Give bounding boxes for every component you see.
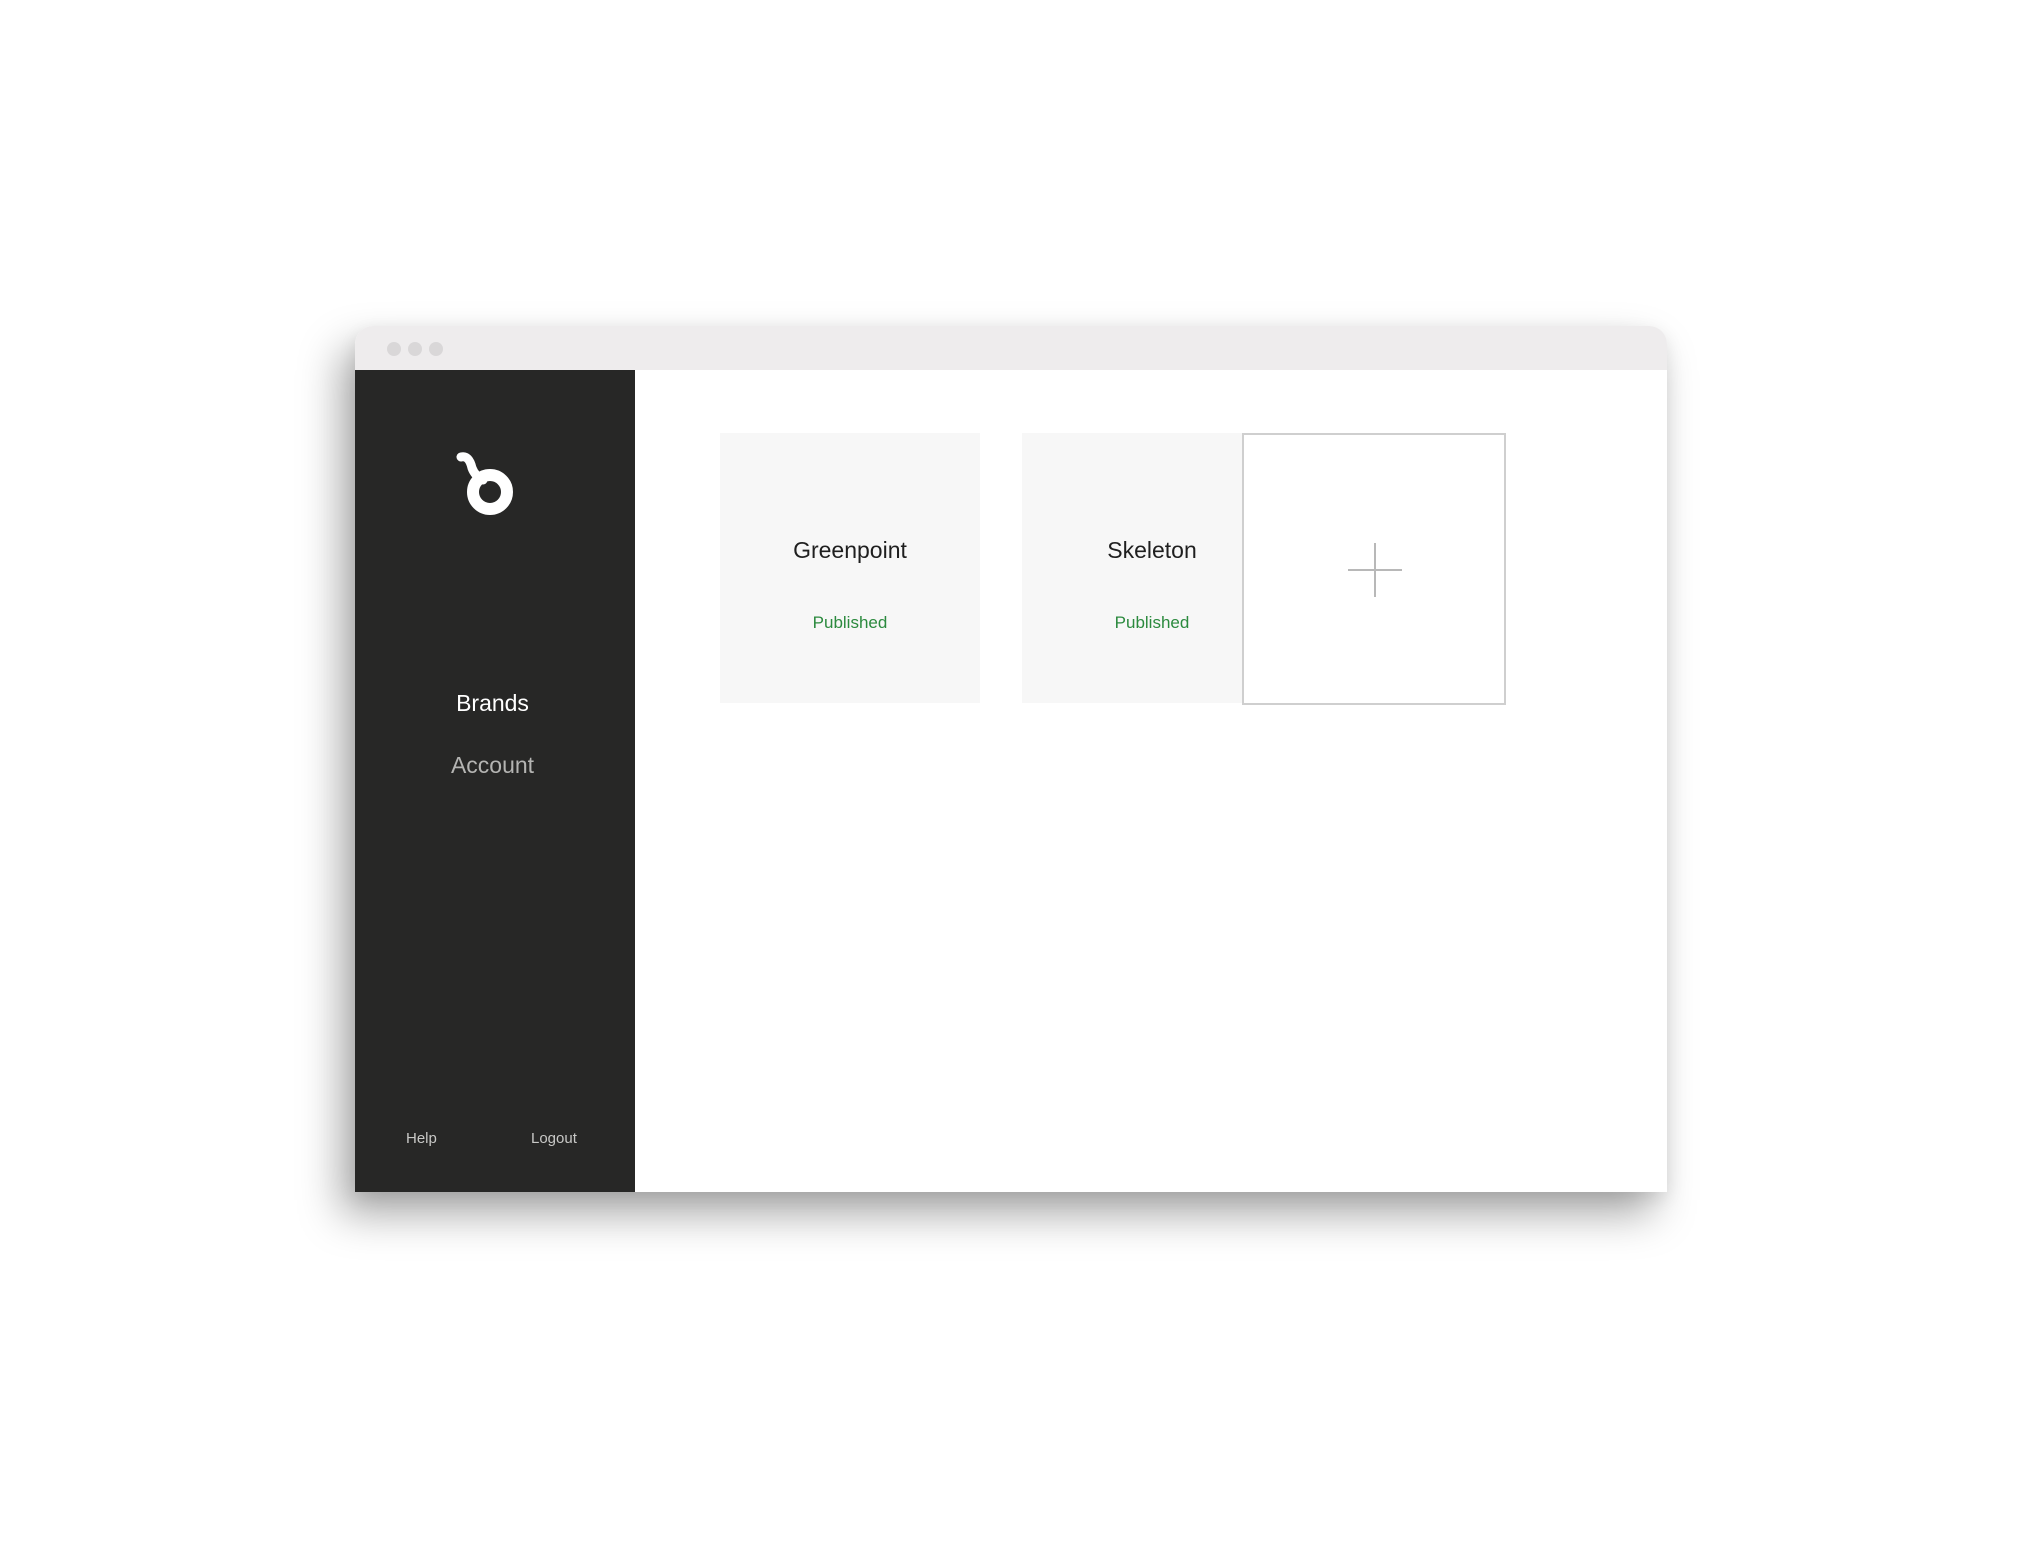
status-badge: Published: [812, 613, 888, 632]
brand-card-greenpoint[interactable]: Greenpoint Published: [720, 433, 980, 703]
sidebar-item-account[interactable]: Account: [355, 752, 630, 779]
brand-b-logo-icon[interactable]: [455, 448, 525, 518]
sidebar: Brands Account Help Logout: [355, 370, 635, 1192]
window-minimize-dot[interactable]: [408, 342, 422, 356]
brand-name: Greenpoint: [793, 537, 907, 563]
window-titlebar: [355, 326, 1667, 370]
plus-icon: [1348, 543, 1402, 597]
browser-window: Brands Account Help Logout Greenpoint Pu…: [355, 326, 1667, 1192]
brands-grid: Greenpoint Published Skeleton Published: [635, 370, 1667, 1192]
add-brand-button[interactable]: [1242, 433, 1506, 705]
window-maximize-dot[interactable]: [429, 342, 443, 356]
sidebar-item-brands[interactable]: Brands: [355, 690, 630, 717]
help-link[interactable]: Help: [406, 1130, 437, 1147]
window-close-dot[interactable]: [387, 342, 401, 356]
logout-link[interactable]: Logout: [531, 1130, 577, 1147]
